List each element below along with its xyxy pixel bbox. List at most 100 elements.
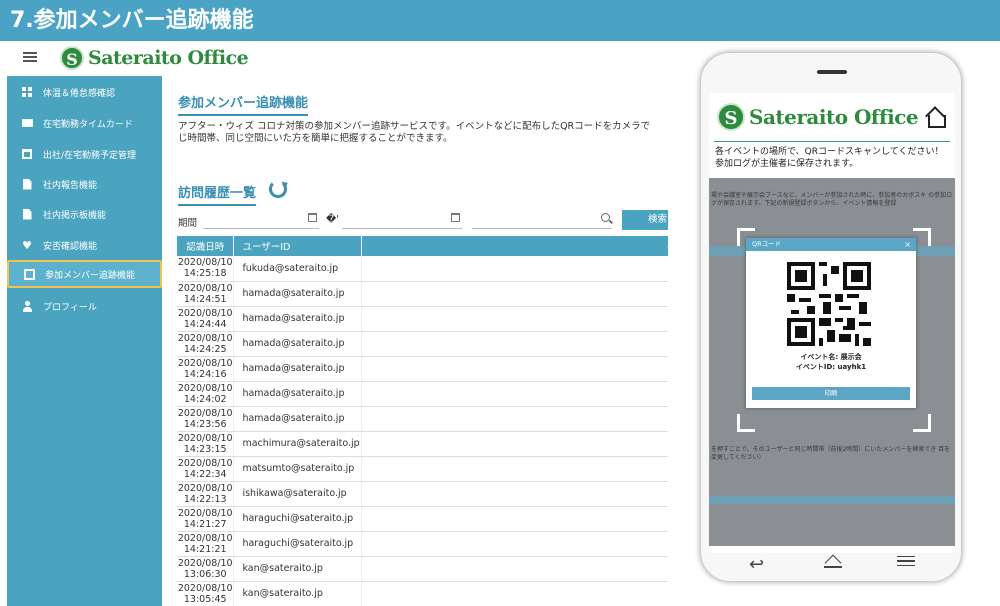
cell-user-id: hamada@sateraito.jp [233,306,363,332]
table-row[interactable]: 2020/08/10 14:21:21 haraguchi@sateraito.j… [177,531,668,557]
sidebar: 体温＆倦怠感確認 在宅勤務タイムカード 出社/在宅勤務予定管理 社内報告機能 社… [7,76,162,606]
event-id: イベントID: uayhk1 [795,363,867,371]
cell-event-id: uayh [361,331,668,357]
cell-user-id: hamada@sateraito.jp [233,406,363,432]
phone-speaker [817,70,847,74]
column-header-user-id[interactable]: ユーザーID [233,236,363,256]
divider [714,141,950,142]
sidebar-item-label: 参加メンバー追跡機能 [45,270,136,281]
scan-frame-corner [913,414,931,432]
qr-modal-header: QRコード × [746,238,916,251]
sidebar-item-label: 出社/在宅勤務予定管理 [43,150,137,161]
sidebar-item-bulletin[interactable]: 社内掲示板機能 [7,200,162,228]
column-header-event[interactable]: イ [361,236,668,256]
qr-scan-icon [23,268,35,280]
cell-event-id: uayh [361,281,668,307]
table-row[interactable]: 2020/08/10 14:23:56hamada@sateraito.jpua… [177,406,668,432]
history-table: 認識日時 ユーザーID イ 2020/08/10 14:25:18fukuda@… [177,236,668,606]
camera-background-text: 場や会議室や展示会ブースなど、メンバーが参加された時に、参加者のカボスキ の参加… [711,192,953,207]
close-icon[interactable]: × [904,238,911,251]
cell-event-id: uayh [361,306,668,332]
cell-datetime: 2020/08/10 14:24:16 [177,356,235,382]
sidebar-item-timecard[interactable]: 在宅勤務タイムカード [7,109,162,137]
cell-event-id: uayh [361,481,668,507]
cell-user-id: kan@sateraito.jp [233,556,363,582]
sidebar-item-schedule[interactable]: 出社/在宅勤務予定管理 [7,140,162,168]
cell-user-id: hamada@sateraito.jp [233,356,363,382]
sidebar-item-label: 社内掲示板機能 [43,210,107,221]
cell-datetime: 2020/08/10 14:24:02 [177,381,235,407]
table-row[interactable]: 2020/08/10 14:23:15 machimura@sateraito.j… [177,431,668,457]
calendar-icon[interactable] [451,213,460,222]
table-row[interactable]: 2020/08/10 14:24:25hamada@sateraito.jpua… [177,331,668,357]
document-icon [21,178,33,190]
cell-user-id: haraguchi@sateraito.jp [233,531,363,557]
cell-event-id: uayh [361,406,668,432]
cell-datetime: 2020/08/10 14:24:51 [177,281,235,307]
search-button[interactable]: 検索 [622,210,668,230]
start-date-field[interactable] [203,209,319,229]
cell-user-id: matsumto@sateraito.jp [233,456,363,482]
sidebar-item-temperature[interactable]: 体温＆倦怠感確認 [7,78,162,106]
cell-event-id: uayh [361,506,668,532]
screenshot-page: 7.参加メンバー追跡機能 S Sateraito Office 体温＆倦怠感確認… [0,0,1000,606]
cell-user-id: machimura@sateraito.jp [233,431,363,457]
cell-datetime: 2020/08/10 14:23:56 [177,406,235,432]
sidebar-item-member-tracking[interactable]: 参加メンバー追跡機能 [7,260,162,288]
sidebar-item-label: 在宅勤務タイムカード [43,119,133,130]
phone-nav-bar: ↩ [701,548,961,578]
cell-event-id: uayh [361,256,668,282]
refresh-icon[interactable] [269,180,287,198]
cell-event-id: uayh [361,381,668,407]
table-row[interactable]: 2020/08/10 14:21:27 haraguchi@sateraito.j… [177,506,668,532]
column-header-datetime[interactable]: 認識日時 [177,236,235,256]
sidebar-item-safety[interactable]: ♥ 安否確認機能 [7,231,162,259]
table-header-row: 認識日時 ユーザーID イ [177,236,668,256]
table-row[interactable]: 2020/08/10 14:24:02hamada@sateraito.jpua… [177,381,668,407]
camera-background-text: を押すことで、そのユーザーと同じ時間帯（前後2時間）にいたメンバーを検索でき 目… [711,446,951,461]
sidebar-item-label: 社内報告機能 [43,180,98,191]
qr-event-info: イベント名: 展示会 イベントID: uayhk1 [746,352,916,372]
cell-event-id: uayh [361,581,668,606]
home-button-icon[interactable] [824,554,842,568]
event-name: イベント名: 展示会 [800,353,862,361]
sidebar-item-label: 安否確認機能 [43,241,98,252]
table-row[interactable]: 2020/08/10 14:22:13 ishikawa@sateraito.jp… [177,481,668,507]
brand-logo[interactable]: S Sateraito Office [60,45,249,71]
table-row[interactable]: 2020/08/10 13:05:45kan@sateraito.jpuayh [177,581,668,606]
calendar-icon[interactable] [308,213,317,222]
qr-modal-title: QRコード [752,240,782,248]
cell-datetime: 2020/08/10 14:23:15 [177,431,235,457]
camera-view: 場や会議室や展示会ブースなど、メンバーが参加された時に、参加者のカボスキ の参加… [709,178,955,546]
scan-frame-corner [737,414,755,432]
print-button[interactable]: 印刷 [752,387,910,400]
sidebar-item-profile[interactable]: プロフィール [7,292,162,320]
logo-s-icon: S [717,103,745,131]
range-separator: �' [326,214,340,225]
sidebar-item-report[interactable]: 社内報告機能 [7,170,162,198]
search-icon [601,213,610,222]
search-input[interactable] [472,209,612,229]
back-icon[interactable]: ↩ [749,554,764,575]
table-row[interactable]: 2020/08/10 14:25:18fukuda@sateraito.jpua… [177,256,668,282]
grid-icon [21,86,33,98]
menu-icon[interactable] [897,556,915,566]
phone-screen: S Sateraito Office 各イベントの場所で、QRコードスキャンして… [709,93,955,553]
phone-mockup: S Sateraito Office 各イベントの場所で、QRコードスキャンして… [700,52,962,582]
hamburger-menu-icon[interactable] [23,52,37,62]
main-content: 参加メンバー追跡機能 アフター・ウィズ コロナ対策の参加メンバー追跡サービスです… [162,76,668,606]
table-row[interactable]: 2020/08/10 14:24:44hamada@sateraito.jpua… [177,306,668,332]
cell-datetime: 2020/08/10 14:22:13 [177,481,235,507]
document-icon [21,208,33,220]
table-row[interactable]: 2020/08/10 14:24:51hamada@sateraito.jpua… [177,281,668,307]
user-icon [21,300,33,312]
cell-datetime: 2020/08/10 14:22:34 [177,456,235,482]
table-row[interactable]: 2020/08/10 13:06:30kan@sateraito.jpuayh [177,556,668,582]
table-row[interactable]: 2020/08/10 14:22:34 matsumto@sateraito.jp… [177,456,668,482]
home-icon[interactable] [925,107,946,128]
cell-event-id: uayh [361,556,668,582]
phone-logo-text: Sateraito Office [749,105,919,129]
end-date-field[interactable] [342,209,462,229]
cell-event-id: uayh [361,531,668,557]
table-row[interactable]: 2020/08/10 14:24:16hamada@sateraito.jpua… [177,356,668,382]
